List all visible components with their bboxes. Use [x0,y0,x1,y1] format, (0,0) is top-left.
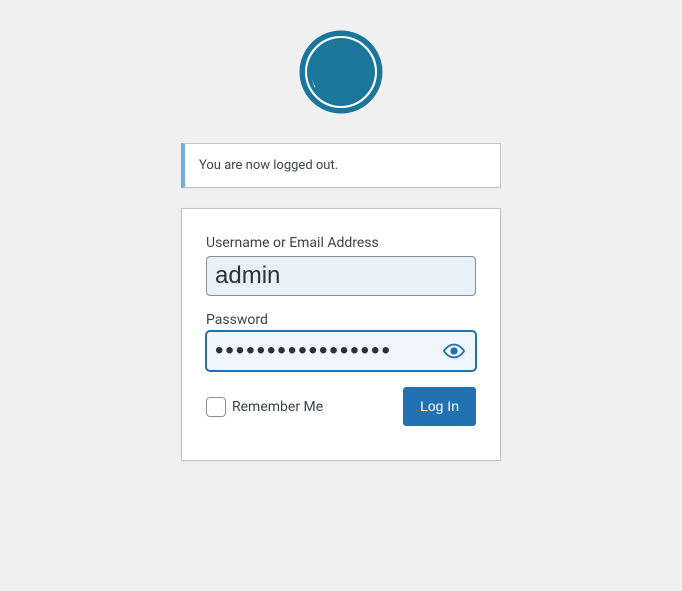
login-button[interactable]: Log In [403,387,476,426]
username-input[interactable] [206,256,476,296]
remember-me-label[interactable]: Remember Me [206,397,323,417]
eye-icon [443,340,465,362]
logo-container [181,30,501,118]
remember-me-checkbox[interactable] [206,397,226,417]
password-field-wrap [206,331,476,371]
login-form: Username or Email Address Password Remem… [181,208,501,461]
toggle-password-visibility-button[interactable] [434,333,474,369]
username-label: Username or Email Address [206,235,476,251]
remember-me-text: Remember Me [232,399,323,415]
wordpress-logo-link[interactable] [299,30,383,118]
logout-message-text: You are now logged out. [197,156,488,175]
password-label: Password [206,312,476,328]
wordpress-logo-icon [299,30,383,114]
form-footer-row: Remember Me Log In [206,387,476,426]
logout-message: You are now logged out. [181,143,501,188]
